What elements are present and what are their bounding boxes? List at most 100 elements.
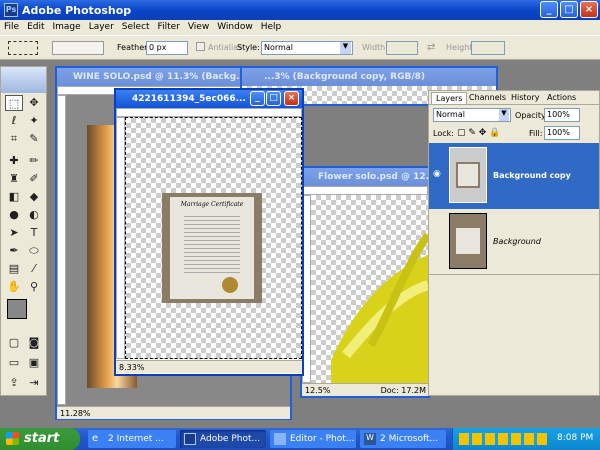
minimize-button[interactable]: _ (540, 1, 558, 18)
height-input[interactable] (471, 41, 505, 55)
doc-window-flower[interactable]: Flower solo.psd @ 12.5... 12.5% Doc: 17.2… (300, 166, 430, 398)
notes-tool-icon[interactable]: ▤ (5, 261, 23, 277)
pen-tool-icon[interactable]: ✒ (5, 243, 23, 259)
tab-channels[interactable]: Channels (469, 93, 506, 102)
feather-input[interactable]: 0 px (146, 41, 188, 55)
menu-window[interactable]: Window (213, 20, 257, 32)
menu-layer[interactable]: Layer (85, 20, 118, 32)
style-select[interactable]: Normal ▼ (261, 41, 353, 55)
certificate-paper: Marriage Certificate (170, 197, 254, 299)
lock-label: Lock: (433, 129, 454, 138)
clock[interactable]: 8:08 PM (557, 433, 593, 443)
layer-name[interactable]: Background copy (493, 171, 571, 180)
menu-filter[interactable]: Filter (154, 20, 184, 32)
photoshop-app-icon[interactable]: Ps (4, 3, 18, 17)
app-title: Adobe Photoshop (22, 4, 132, 17)
taskbar-item-editor[interactable]: Editor - Phot... (270, 430, 356, 448)
menu-select[interactable]: Select (118, 20, 154, 32)
doc-window-certificate[interactable]: 4221611394_5ec066... _ □ × Marriage Cert… (114, 88, 304, 376)
selection-mode-icons[interactable] (52, 41, 104, 55)
brush-tool-icon[interactable]: ✏ (25, 153, 43, 169)
eyedropper-icon[interactable]: ⁄ (25, 261, 43, 277)
slice-tool-icon[interactable]: ✎ (25, 131, 43, 147)
screen-mode-icon[interactable]: ▭ (5, 355, 23, 371)
taskbar-item-internet[interactable]: e2 Internet ... (88, 430, 176, 448)
quick-mask-icon[interactable]: ◙ (25, 335, 43, 351)
fullscreen-mode-icon[interactable]: ▣ (25, 355, 43, 371)
tab-actions[interactable]: Actions (547, 93, 576, 102)
certificate-seal (222, 277, 238, 293)
healing-brush-icon[interactable]: ✚ (5, 153, 23, 169)
dodge-tool-icon[interactable]: ◐ (25, 207, 43, 223)
maximize-button[interactable]: □ (560, 1, 578, 18)
taskbar-item-microsoft[interactable]: W2 Microsoft... (360, 430, 446, 448)
doc-minimize-button[interactable]: _ (250, 91, 265, 106)
certificate-image (456, 162, 480, 188)
canvas-flower[interactable] (311, 195, 428, 383)
doc-title-flower[interactable]: Flower solo.psd @ 12.5... (302, 168, 428, 186)
type-tool-icon[interactable]: T (25, 225, 43, 241)
menu-edit[interactable]: Edit (23, 20, 48, 32)
ruler-top-cert (116, 108, 302, 117)
close-button[interactable]: × (580, 1, 598, 18)
marquee-tool-icon[interactable]: ⬚ (5, 95, 23, 111)
tab-history[interactable]: History (511, 93, 539, 102)
taskbar-item-photoshop[interactable]: Adobe Phot... (180, 430, 266, 448)
menu-view[interactable]: View (184, 20, 213, 32)
layer-name[interactable]: Background (493, 237, 541, 246)
path-select-icon[interactable]: ➤ (5, 225, 23, 241)
shape-tool-icon[interactable]: ⬭ (25, 243, 43, 259)
standard-mode-icon[interactable]: ▢ (5, 335, 23, 351)
imageready-icon[interactable]: ⇪ (5, 375, 23, 391)
toolbox-logo-icon (1, 67, 46, 93)
swap-icon[interactable]: ⇄ (427, 42, 435, 53)
blur-tool-icon[interactable]: ● (5, 207, 23, 223)
layer-thumbnail (449, 147, 487, 203)
menu-help[interactable]: Help (257, 20, 286, 32)
start-button[interactable]: start (0, 428, 80, 450)
eraser-tool-icon[interactable]: ◧ (5, 189, 23, 205)
clone-stamp-icon[interactable]: ♜ (5, 171, 23, 187)
lasso-tool-icon[interactable]: ℓ (5, 113, 23, 129)
magic-wand-icon[interactable]: ✦ (25, 113, 43, 129)
window-icon (274, 433, 286, 445)
tab-layers[interactable]: Layers (431, 92, 468, 104)
layer-row-background-copy[interactable]: ◉ Background copy (429, 143, 599, 209)
crop-tool-icon[interactable]: ⌗ (5, 131, 23, 147)
paint-bucket-icon[interactable]: ◆ (25, 189, 43, 205)
menu-image[interactable]: Image (49, 20, 85, 32)
jump-icon[interactable]: ⇥ (25, 375, 43, 391)
history-brush-icon[interactable]: ✐ (25, 171, 43, 187)
fill-input[interactable]: 100% (544, 126, 580, 140)
photoshop-icon (184, 433, 196, 445)
layer-row-background[interactable]: Background (429, 209, 599, 275)
windows-logo-icon (6, 432, 19, 445)
ruler-left-cert (116, 117, 125, 359)
canvas-certificate[interactable]: Marriage Certificate (125, 117, 302, 359)
style-label: Style: (237, 43, 260, 52)
lock-icons[interactable]: ▢ ✎ ✥ 🔒 (457, 128, 500, 138)
system-tray: 8:08 PM (452, 428, 600, 450)
foreground-color-swatch[interactable] (7, 299, 27, 319)
marquee-preset-icon[interactable] (8, 41, 38, 55)
panel-tabs: Layers Channels History Actions (429, 91, 599, 105)
antialias-checkbox[interactable] (196, 42, 205, 51)
opacity-input[interactable]: 100% (544, 108, 580, 122)
blend-mode-select[interactable]: Normal ▼ (433, 108, 511, 122)
doc-close-button[interactable]: × (284, 91, 299, 106)
tray-icons[interactable] (459, 433, 547, 445)
word-icon: W (364, 433, 376, 445)
width-input[interactable] (386, 41, 418, 55)
status-bar-flower: 12.5% Doc: 17.2M (302, 383, 428, 396)
zoom-value-cert[interactable]: 8.33% (119, 363, 144, 372)
zoom-tool-icon[interactable]: ⚲ (25, 279, 43, 295)
zoom-value-flower[interactable]: 12.5% (305, 386, 330, 395)
zoom-value[interactable]: 11.28% (60, 409, 91, 418)
doc-title-copy[interactable]: ...3% (Background copy, RGB/8) (242, 68, 496, 86)
doc-maximize-button[interactable]: □ (266, 91, 281, 106)
menu-file[interactable]: File (0, 20, 23, 32)
eye-icon[interactable]: ◉ (433, 169, 441, 179)
hand-tool-icon[interactable]: ✋ (5, 279, 23, 295)
move-tool-icon[interactable]: ✥ (25, 95, 43, 111)
style-value: Normal (264, 43, 293, 52)
